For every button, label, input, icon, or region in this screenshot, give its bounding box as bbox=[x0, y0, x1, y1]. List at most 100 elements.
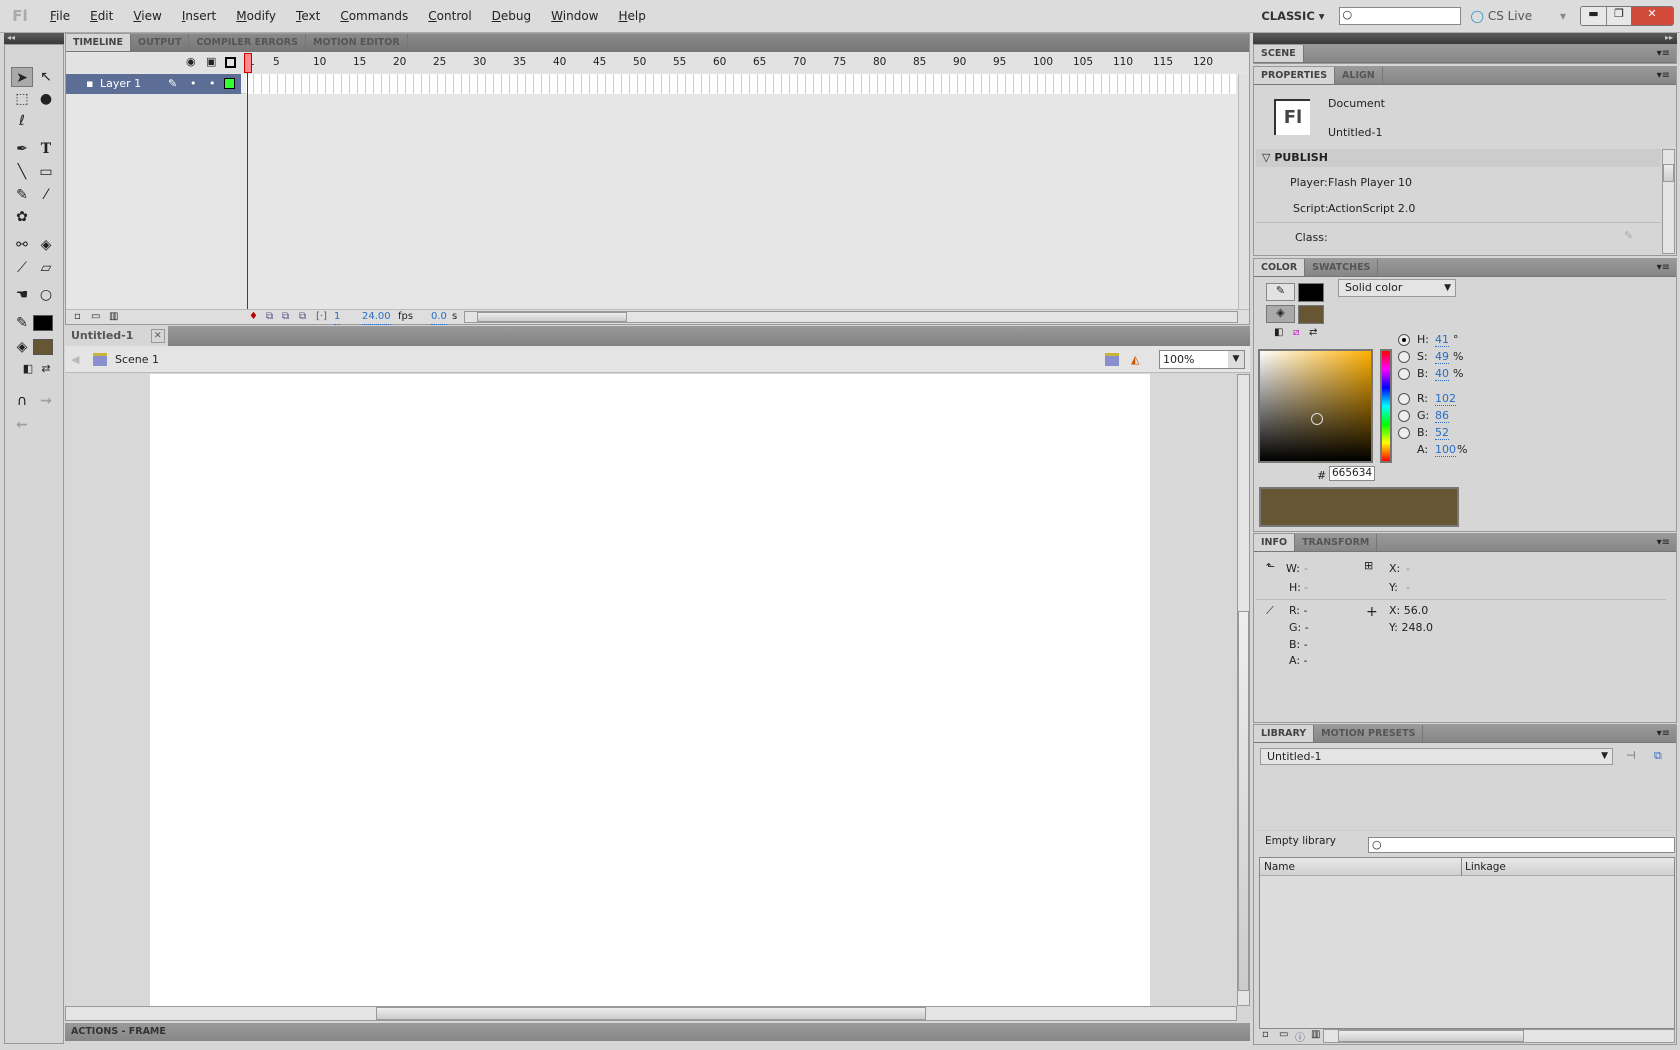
frame-rate[interactable]: 24.00 bbox=[362, 310, 391, 325]
zoom-tool-icon[interactable]: ○ bbox=[35, 285, 57, 305]
value-a[interactable]: 100 bbox=[1435, 443, 1456, 457]
lock-dot[interactable]: • bbox=[209, 74, 216, 94]
onion-skin-icon[interactable]: ⧉ bbox=[266, 310, 273, 324]
delete-layer-icon[interactable]: ▥ bbox=[109, 310, 118, 324]
edit-multiple-frames-icon[interactable]: ⧉ bbox=[299, 310, 306, 324]
edit-symbols-icon[interactable]: ◭ bbox=[1131, 346, 1139, 373]
library-hscroll[interactable] bbox=[1323, 1029, 1675, 1043]
menu-commands[interactable]: Commands bbox=[330, 9, 418, 23]
library-document-select[interactable]: Untitled-1 ▼ bbox=[1260, 748, 1613, 765]
radio-b[interactable] bbox=[1398, 368, 1410, 380]
new-layer-icon[interactable]: ▫ bbox=[74, 310, 81, 324]
library-list[interactable]: Name Linkage bbox=[1259, 857, 1675, 1029]
fill-swatch[interactable] bbox=[1298, 305, 1324, 324]
width-value[interactable]: - bbox=[1304, 562, 1308, 575]
hand-tool-icon[interactable]: ☚ bbox=[11, 285, 33, 305]
eraser-tool-icon[interactable]: ▱ bbox=[35, 258, 57, 278]
tab-compiler-errors[interactable]: COMPILER ERRORS bbox=[189, 34, 306, 51]
value-r[interactable]: 102 bbox=[1435, 392, 1456, 406]
visible-dot[interactable]: • bbox=[190, 74, 197, 94]
column-name[interactable]: Name bbox=[1264, 858, 1295, 876]
tab-timeline[interactable]: TIMELINE bbox=[66, 34, 131, 51]
radio-r[interactable] bbox=[1398, 393, 1410, 405]
selection-tool-icon[interactable]: ➤ bbox=[11, 67, 33, 87]
library-search-input[interactable]: ○ bbox=[1368, 837, 1675, 853]
properties-vscroll[interactable] bbox=[1662, 149, 1675, 254]
delete-icon[interactable]: ▥ bbox=[1311, 1029, 1320, 1040]
tab-motion-editor[interactable]: MOTION EDITOR bbox=[306, 34, 408, 51]
outline-all-icon[interactable] bbox=[225, 57, 236, 68]
swap-colors-icon[interactable]: ⇄ bbox=[1309, 327, 1317, 338]
menu-control[interactable]: Control bbox=[418, 9, 481, 23]
pen-tool-icon[interactable]: ✒ bbox=[11, 139, 33, 159]
toolbox-collapse[interactable]: ◂◂ bbox=[4, 33, 64, 44]
tab-align[interactable]: ALIGN bbox=[1335, 67, 1383, 84]
eyedropper-tool-icon[interactable]: ⟋ bbox=[11, 258, 33, 278]
panel-menu-icon[interactable]: ▾≡ bbox=[1657, 534, 1676, 551]
y-value[interactable]: - bbox=[1406, 581, 1410, 594]
value-h[interactable]: 41 bbox=[1435, 333, 1449, 347]
panel-menu-icon[interactable]: ▾≡ bbox=[1657, 259, 1676, 276]
snap-to-objects-icon[interactable]: ∩ bbox=[11, 391, 33, 411]
tab-swatches[interactable]: SWATCHES bbox=[1305, 259, 1379, 276]
minimize-icon[interactable]: ▬ bbox=[1581, 7, 1606, 25]
radio-s[interactable] bbox=[1398, 351, 1410, 363]
tab-output[interactable]: OUTPUT bbox=[131, 34, 190, 51]
column-linkage[interactable]: Linkage bbox=[1461, 858, 1506, 876]
menu-debug[interactable]: Debug bbox=[482, 9, 541, 23]
tab-info[interactable]: INFO bbox=[1254, 534, 1296, 551]
fill-color-swatch[interactable] bbox=[33, 339, 53, 355]
smooth-icon[interactable]: ⇝ bbox=[35, 391, 57, 411]
lock-all-icon[interactable]: ▣ bbox=[206, 55, 216, 68]
value-bl[interactable]: 52 bbox=[1435, 426, 1449, 440]
panel-menu-icon[interactable]: ▾≡ bbox=[1657, 725, 1676, 742]
line-tool-icon[interactable]: ╲ bbox=[11, 162, 33, 182]
subselection-tool-icon[interactable]: ↖ bbox=[35, 67, 57, 87]
layer-1[interactable]: ▪ Layer 1 ✎ • • bbox=[66, 74, 241, 94]
back-arrow-icon[interactable]: ◀ bbox=[71, 346, 79, 373]
tab-properties[interactable]: PROPERTIES bbox=[1254, 67, 1336, 84]
menu-window[interactable]: Window bbox=[541, 9, 608, 23]
publish-section-header[interactable]: ▽ PUBLISH bbox=[1256, 149, 1661, 167]
panel-menu-icon[interactable]: ▾≡ bbox=[1657, 45, 1676, 62]
rectangle-tool-icon[interactable]: ▭ bbox=[35, 162, 57, 182]
stage[interactable] bbox=[150, 374, 1150, 1006]
timeline-hscroll[interactable] bbox=[464, 311, 1238, 323]
brush-tool-icon[interactable]: ⁄ bbox=[35, 185, 57, 205]
scene-name[interactable]: Scene 1 bbox=[115, 346, 159, 373]
panel-menu-icon[interactable]: ▾≡ bbox=[1657, 67, 1676, 84]
show-hide-all-icon[interactable]: ◉ bbox=[186, 55, 196, 68]
free-transform-tool-icon[interactable]: ⬚ bbox=[11, 89, 33, 109]
new-library-panel-icon[interactable]: ⧉ bbox=[1654, 749, 1662, 763]
paint-bucket-tool-icon[interactable]: ◈ bbox=[35, 235, 57, 255]
value-b[interactable]: 40 bbox=[1435, 367, 1449, 381]
onion-outline-icon[interactable]: ⧉ bbox=[282, 310, 289, 324]
hex-input[interactable]: 665634 bbox=[1329, 466, 1375, 481]
text-tool-icon[interactable]: T bbox=[35, 139, 57, 159]
center-frame-icon[interactable]: ♦ bbox=[249, 310, 258, 324]
menu-file[interactable]: File bbox=[40, 9, 80, 23]
tab-scene[interactable]: SCENE bbox=[1254, 45, 1304, 62]
timeline-vscroll[interactable] bbox=[1238, 74, 1249, 309]
color-type-select[interactable]: Solid color ▼ bbox=[1338, 279, 1456, 297]
outline-color-swatch[interactable] bbox=[224, 78, 235, 89]
stroke-swatch[interactable] bbox=[1298, 283, 1324, 302]
radio-g[interactable] bbox=[1398, 410, 1410, 422]
tab-transform[interactable]: TRANSFORM bbox=[1295, 534, 1378, 551]
edit-class-pencil-icon[interactable]: ✎ bbox=[1624, 229, 1633, 242]
no-color-icon[interactable]: ⧄ bbox=[1293, 327, 1299, 338]
modify-markers-icon[interactable]: [·] bbox=[316, 310, 327, 324]
stage-vscroll-thumb[interactable] bbox=[1238, 611, 1249, 991]
zoom-select[interactable]: 100% ▼ bbox=[1159, 350, 1245, 369]
chevron-down-icon[interactable]: ▼ bbox=[1228, 351, 1244, 368]
color-picker-cursor[interactable] bbox=[1311, 413, 1323, 425]
new-folder-icon[interactable]: ▭ bbox=[1279, 1029, 1288, 1040]
menu-insert[interactable]: Insert bbox=[172, 9, 226, 23]
x-value[interactable]: - bbox=[1406, 562, 1410, 575]
value-g[interactable]: 86 bbox=[1435, 409, 1449, 423]
menu-modify[interactable]: Modify bbox=[226, 9, 286, 23]
lasso-tool-icon[interactable]: ℓ bbox=[11, 111, 33, 131]
edit-scene-icon[interactable] bbox=[1105, 353, 1119, 366]
straighten-icon[interactable]: ⇜ bbox=[11, 415, 33, 435]
color-picker-field[interactable] bbox=[1258, 349, 1373, 463]
